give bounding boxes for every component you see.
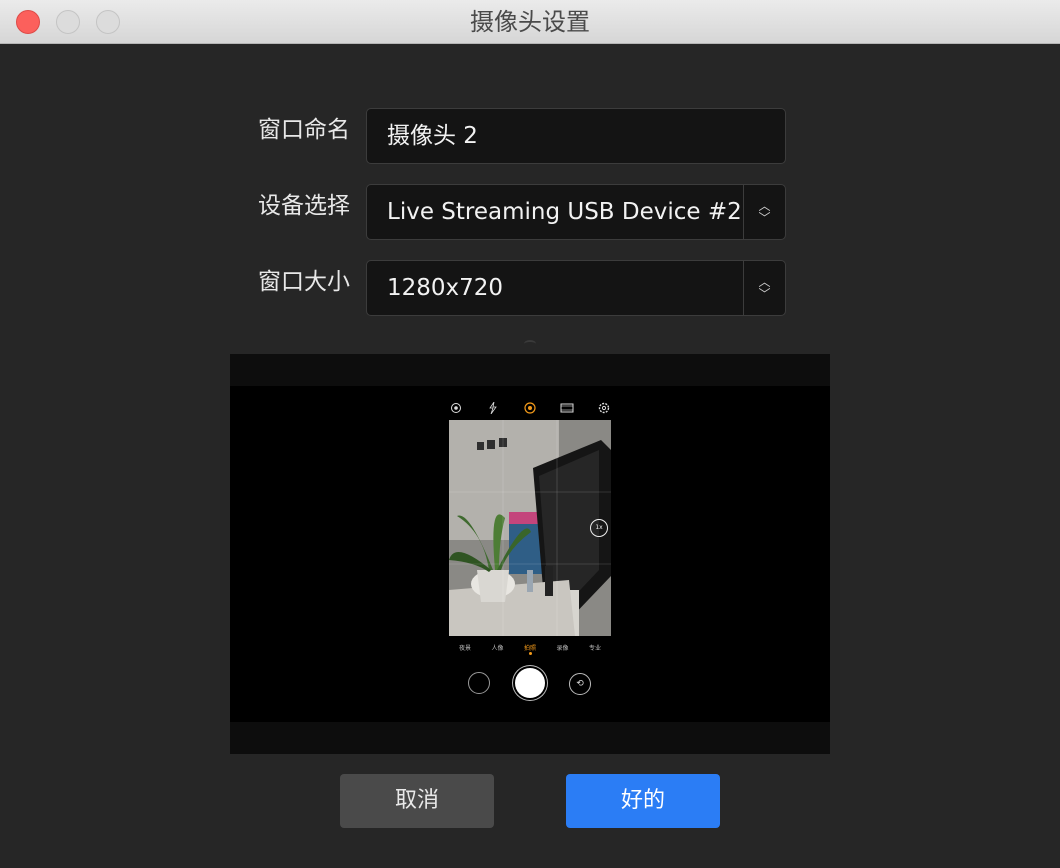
window-title: 摄像头设置 [470,8,590,36]
aspect-ratio-icon [560,401,574,415]
camera-viewfinder-image: 1x [449,420,611,636]
window-size-label: 窗口大小 [258,269,350,295]
window-size-stepper[interactable]: ︿ ﹀ [743,261,785,315]
active-mode-indicator [529,652,532,655]
switch-camera-icon: ⟲ [569,673,591,695]
chevron-down-icon: ﹀ [758,287,771,301]
camera-mode-item: 录像 [556,644,569,652]
camera-mode-item: 人像 [491,644,504,652]
preview-resize-handle[interactable] [524,340,536,348]
flash-icon [486,401,500,415]
window-size-value: 1280x720 [387,275,504,301]
settings-icon [597,401,611,415]
eye-icon [449,401,463,415]
gallery-thumbnail-icon [468,672,490,694]
device-select-stepper[interactable]: ︿ ﹀ [743,185,785,239]
ok-button[interactable]: 好的 [566,774,720,828]
zoom-level-badge: 1x [590,519,608,537]
camera-feed: 1x 夜景 人像 拍照 录像 专业 ⟲ [230,386,830,722]
camera-mode-item-active: 拍照 [523,644,536,652]
window-name-label: 窗口命名 [258,117,350,143]
hdr-icon [523,401,537,415]
camera-mode-item: 夜景 [459,644,472,652]
cancel-button[interactable]: 取消 [340,774,494,828]
camera-mode-item: 专业 [588,644,601,652]
shutter-button-icon [515,668,545,698]
device-select[interactable]: Live Streaming USB Device #2 ︿ ﹀ [366,184,786,240]
window-size-select[interactable]: 1280x720 ︿ ﹀ [366,260,786,316]
camera-settings-window: 摄像头设置 窗口命名 摄像头 2 设备选择 Live Streaming USB… [0,0,1060,868]
chevron-down-icon: ﹀ [758,211,771,225]
phone-camera-toolbar [449,400,611,416]
device-select-label: 设备选择 [258,193,350,219]
window-name-input[interactable]: 摄像头 2 [366,108,786,164]
camera-preview: 1x 夜景 人像 拍照 录像 专业 ⟲ [230,354,830,754]
title-bar: 摄像头设置 [0,0,1060,44]
device-select-value: Live Streaming USB Device #2 [387,199,742,225]
